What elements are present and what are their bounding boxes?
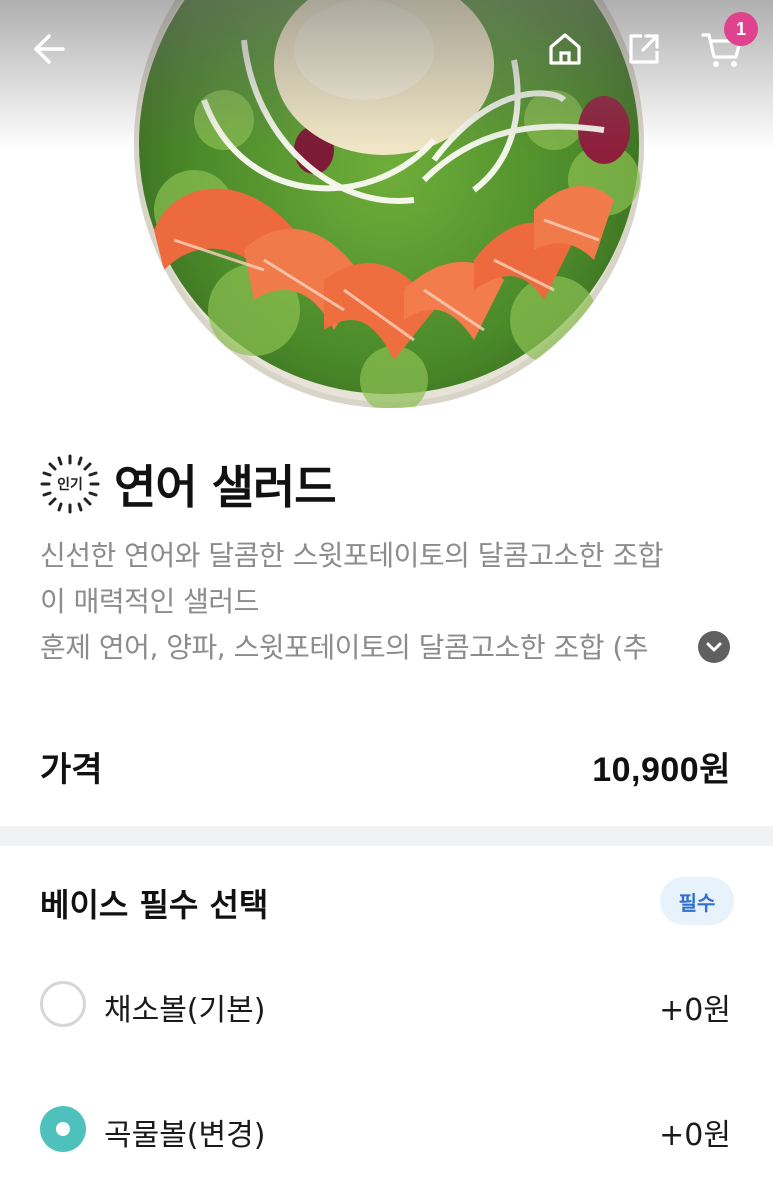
share-icon: [629, 34, 659, 64]
required-badge: 필수: [660, 877, 734, 925]
option-item-grain-bowl[interactable]: 곡물볼(변경) +0원: [0, 1090, 773, 1170]
home-icon: [549, 33, 581, 65]
cart-count-badge: 1: [724, 12, 758, 46]
description-line: 훈제 연어, 양파, 스윗포테이토의 달콤고소한 조합 (추: [40, 631, 649, 664]
popular-badge: 인기: [38, 452, 102, 516]
price-value: 10,900원: [592, 751, 731, 789]
description-line: 이 매력적인 샐러드: [40, 585, 259, 618]
option-label: 곡물볼(변경): [104, 1118, 266, 1153]
section-divider: [0, 826, 773, 846]
radio-button-selected[interactable]: [40, 1106, 86, 1152]
home-button[interactable]: [538, 22, 592, 76]
product-description: 신선한 연어와 달콤한 스윗포테이토의 달콤고소한 조합 이 매력적인 샐러드 …: [40, 533, 740, 671]
product-title: 연어 샐러드: [114, 460, 337, 514]
share-button[interactable]: [617, 22, 671, 76]
option-label: 채소볼(기본): [104, 993, 266, 1028]
radio-button[interactable]: [40, 981, 86, 1027]
option-price: +0원: [659, 993, 731, 1028]
expand-description-button[interactable]: [698, 631, 730, 663]
price-label: 가격: [40, 750, 103, 790]
option-section-title: 베이스 필수 선택: [40, 886, 269, 924]
chevron-down-icon: [706, 642, 722, 652]
arrow-left-icon: [34, 34, 65, 64]
product-title-row: 인기 연어 샐러드: [38, 448, 337, 520]
option-price: +0원: [659, 1118, 731, 1153]
option-item-vegetable-bowl[interactable]: 채소볼(기본) +0원: [0, 965, 773, 1045]
back-button[interactable]: [22, 22, 76, 76]
popular-label: 인기: [57, 477, 83, 493]
description-line: 신선한 연어와 달콤한 스윗포테이토의 달콤고소한 조합: [40, 539, 663, 572]
